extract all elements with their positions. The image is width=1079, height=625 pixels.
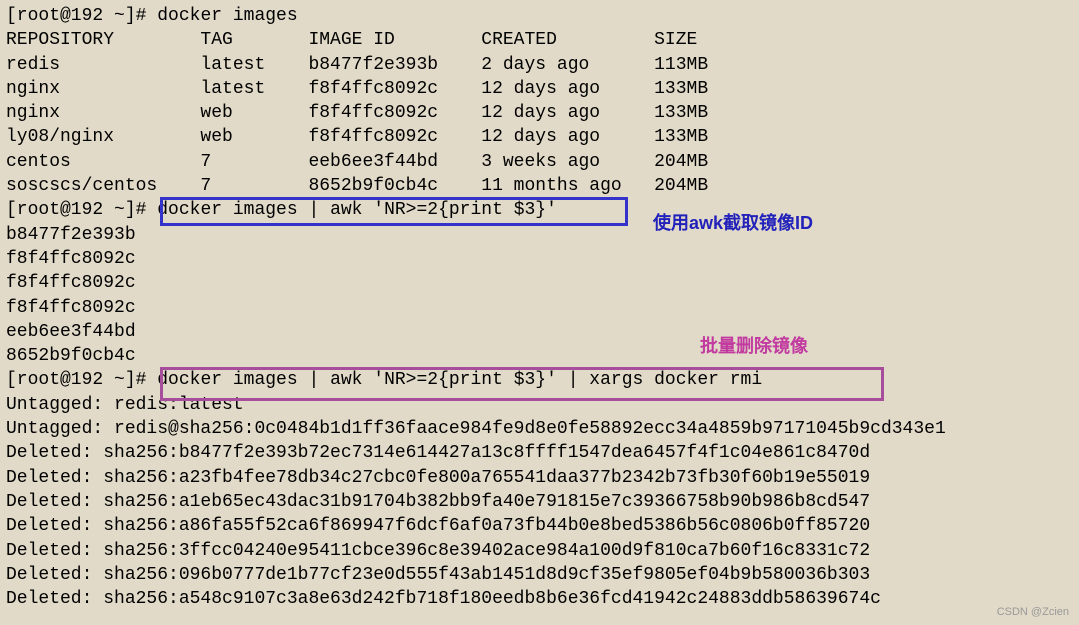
- table-row: nginx latest f8f4ffc8092c 12 days ago 13…: [6, 77, 1073, 101]
- table-row: soscscs/centos 7 8652b9f0cb4c 11 months …: [6, 174, 1073, 198]
- command-text: docker images | awk 'NR>=2{print $3}': [157, 200, 557, 220]
- command-line: [root@192 ~]# docker images | awk 'NR>=2…: [6, 198, 1073, 222]
- output-line: f8f4ffc8092c: [6, 296, 1073, 320]
- output-line: Deleted: sha256:a23fb4fee78db34c27cbc0fe…: [6, 466, 1073, 490]
- output-line: Deleted: sha256:3ffcc04240e95411cbce396c…: [6, 539, 1073, 563]
- prompt: [root@192 ~]#: [6, 6, 157, 26]
- table-row: ly08/nginx web f8f4ffc8092c 12 days ago …: [6, 125, 1073, 149]
- output-line: b8477f2e393b: [6, 223, 1073, 247]
- command-line: [root@192 ~]# docker images: [6, 4, 1073, 28]
- output-line: Deleted: sha256:b8477f2e393b72ec7314e614…: [6, 441, 1073, 465]
- prompt: [root@192 ~]#: [6, 200, 157, 220]
- prompt: [root@192 ~]#: [6, 370, 157, 390]
- command-line: [root@192 ~]# docker images | awk 'NR>=2…: [6, 368, 1073, 392]
- table-header: REPOSITORY TAG IMAGE ID CREATED SIZE: [6, 28, 1073, 52]
- terminal-output: [root@192 ~]# docker images REPOSITORY T…: [6, 4, 1073, 611]
- command-text: docker images: [157, 6, 297, 26]
- table-row: centos 7 eeb6ee3f44bd 3 weeks ago 204MB: [6, 150, 1073, 174]
- output-line: Deleted: sha256:096b0777de1b77cf23e0d555…: [6, 563, 1073, 587]
- output-line: Untagged: redis@sha256:0c0484b1d1ff36faa…: [6, 417, 1073, 441]
- output-line: f8f4ffc8092c: [6, 271, 1073, 295]
- table-row: nginx web f8f4ffc8092c 12 days ago 133MB: [6, 101, 1073, 125]
- annotation-blue: 使用awk截取镜像ID: [653, 211, 813, 235]
- output-line: 8652b9f0cb4c: [6, 344, 1073, 368]
- command-text: docker images | awk 'NR>=2{print $3}' | …: [157, 370, 762, 390]
- output-line: Deleted: sha256:a1eb65ec43dac31b91704b38…: [6, 490, 1073, 514]
- output-line: Deleted: sha256:a548c9107c3a8e63d242fb71…: [6, 587, 1073, 611]
- output-line: eeb6ee3f44bd: [6, 320, 1073, 344]
- annotation-purple: 批量删除镜像: [700, 334, 808, 358]
- watermark: CSDN @Zcien: [997, 605, 1069, 620]
- output-line: f8f4ffc8092c: [6, 247, 1073, 271]
- output-line: Untagged: redis:latest: [6, 393, 1073, 417]
- table-row: redis latest b8477f2e393b 2 days ago 113…: [6, 53, 1073, 77]
- output-line: Deleted: sha256:a86fa55f52ca6f869947f6dc…: [6, 514, 1073, 538]
